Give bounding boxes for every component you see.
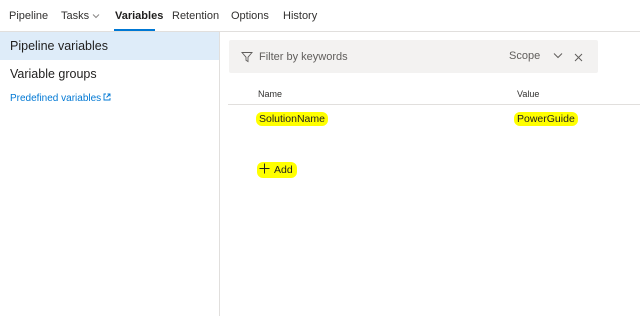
tab-options[interactable]: Options [231,10,269,22]
add-variable-button[interactable]: Add [257,162,297,178]
filter-bar: Filter by keywords Scope [229,40,598,73]
tab-history[interactable]: History [283,10,317,22]
active-tab-indicator [114,29,155,31]
tab-retention[interactable]: Retention [172,10,219,22]
close-icon[interactable] [573,50,584,68]
tab-tasks-label: Tasks [61,10,90,22]
scope-dropdown[interactable]: Scope [509,50,563,62]
tab-variables[interactable]: Variables [115,10,163,22]
variable-name-cell[interactable]: SolutionName [256,112,328,126]
external-link-icon [103,93,111,104]
sidebar: Pipeline variables Variable groups Prede… [0,32,220,316]
column-header-name: Name [258,89,283,99]
tab-bar: Pipeline Tasks Variables Retention Optio… [0,0,640,32]
chevron-down-icon [92,10,100,22]
predefined-variables-label: Predefined variables [10,93,102,105]
variable-value-cell[interactable]: PowerGuide [514,112,578,126]
tab-pipeline[interactable]: Pipeline [9,10,48,22]
filter-icon [241,50,253,68]
sidebar-item-variable-groups[interactable]: Variable groups [0,62,219,86]
chevron-down-icon [553,50,563,62]
header-divider [228,104,640,105]
column-header-value: Value [517,89,540,99]
sidebar-item-pipeline-variables[interactable]: Pipeline variables [0,32,219,60]
scope-label: Scope [509,50,541,62]
add-label: Add [274,164,293,176]
tab-tasks[interactable]: Tasks [61,10,100,22]
predefined-variables-link[interactable]: Predefined variables [10,93,111,104]
plus-icon [259,163,270,177]
filter-keywords-input[interactable]: Filter by keywords [259,51,348,63]
